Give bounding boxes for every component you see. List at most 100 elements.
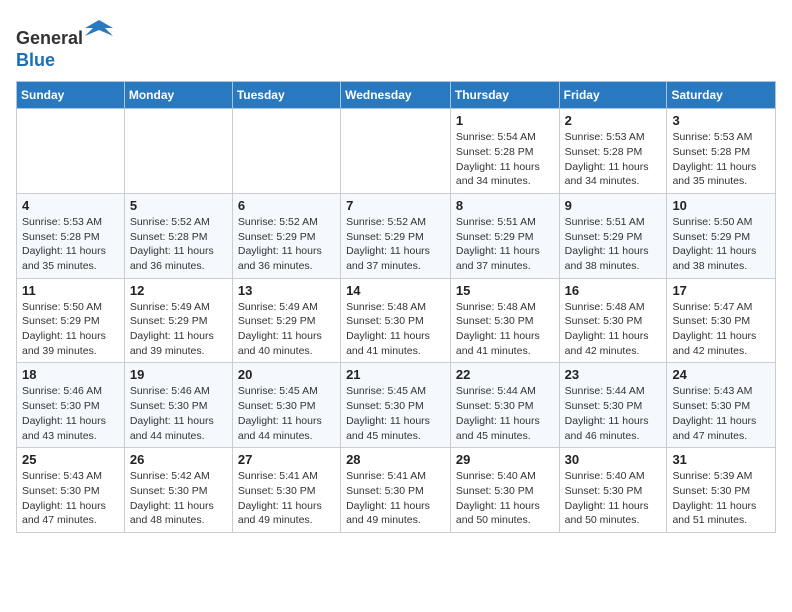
day-number: 26 [130, 452, 227, 467]
day-cell: 19Sunrise: 5:46 AM Sunset: 5:30 PM Dayli… [124, 363, 232, 448]
day-info: Sunrise: 5:41 AM Sunset: 5:30 PM Dayligh… [346, 469, 445, 528]
logo-bird-icon [85, 16, 113, 44]
weekday-header-tuesday: Tuesday [232, 82, 340, 109]
day-cell: 23 Sunrise: 5:44 AM Sunset: 5:30 PM Dayli… [559, 363, 667, 448]
week-row-5: 25 Sunrise: 5:43 AM Sunset: 5:30 PM Dayli… [17, 448, 776, 533]
day-info: Sunrise: 5:45 AM Sunset: 5:30 PM Dayligh… [346, 384, 445, 443]
day-number: 28 [346, 452, 445, 467]
day-cell: 10 Sunrise: 5:50 AM Sunset: 5:29 PM Dayli… [667, 193, 776, 278]
day-number: 14 [346, 283, 445, 298]
day-cell: 17 Sunrise: 5:47 AM Sunset: 5:30 PM Dayli… [667, 278, 776, 363]
day-cell: 29Sunrise: 5:40 AM Sunset: 5:30 PM Dayli… [450, 448, 559, 533]
logo: General Blue [16, 16, 113, 71]
day-cell: 9Sunrise: 5:51 AM Sunset: 5:29 PM Daylig… [559, 193, 667, 278]
day-cell: 27 Sunrise: 5:41 AM Sunset: 5:30 PM Dayli… [232, 448, 340, 533]
day-number: 19 [130, 367, 227, 382]
day-info: Sunrise: 5:43 AM Sunset: 5:30 PM Dayligh… [22, 469, 119, 528]
day-number: 9 [565, 198, 662, 213]
day-info: Sunrise: 5:48 AM Sunset: 5:30 PM Dayligh… [565, 300, 662, 359]
day-cell: 26 Sunrise: 5:42 AM Sunset: 5:30 PM Dayli… [124, 448, 232, 533]
day-number: 2 [565, 113, 662, 128]
day-cell [341, 109, 451, 194]
day-info: Sunrise: 5:53 AM Sunset: 5:28 PM Dayligh… [672, 130, 770, 189]
weekday-header-wednesday: Wednesday [341, 82, 451, 109]
day-info: Sunrise: 5:43 AM Sunset: 5:30 PM Dayligh… [672, 384, 770, 443]
day-info: Sunrise: 5:54 AM Sunset: 5:28 PM Dayligh… [456, 130, 554, 189]
day-cell: 1 Sunrise: 5:54 AM Sunset: 5:28 PM Daylig… [450, 109, 559, 194]
day-info: Sunrise: 5:52 AM Sunset: 5:28 PM Dayligh… [130, 215, 227, 274]
day-info: Sunrise: 5:49 AM Sunset: 5:29 PM Dayligh… [238, 300, 335, 359]
weekday-header-thursday: Thursday [450, 82, 559, 109]
day-info: Sunrise: 5:48 AM Sunset: 5:30 PM Dayligh… [456, 300, 554, 359]
day-cell: 6 Sunrise: 5:52 AM Sunset: 5:29 PM Daylig… [232, 193, 340, 278]
day-info: Sunrise: 5:46 AM Sunset: 5:30 PM Dayligh… [22, 384, 119, 443]
week-row-3: 11 Sunrise: 5:50 AM Sunset: 5:29 PM Dayli… [17, 278, 776, 363]
day-cell: 11 Sunrise: 5:50 AM Sunset: 5:29 PM Dayli… [17, 278, 125, 363]
day-number: 25 [22, 452, 119, 467]
day-cell: 22 Sunrise: 5:44 AM Sunset: 5:30 PM Dayli… [450, 363, 559, 448]
day-number: 20 [238, 367, 335, 382]
day-cell: 21Sunrise: 5:45 AM Sunset: 5:30 PM Dayli… [341, 363, 451, 448]
day-info: Sunrise: 5:49 AM Sunset: 5:29 PM Dayligh… [130, 300, 227, 359]
day-number: 17 [672, 283, 770, 298]
day-number: 18 [22, 367, 119, 382]
day-number: 27 [238, 452, 335, 467]
day-cell: 13 Sunrise: 5:49 AM Sunset: 5:29 PM Dayli… [232, 278, 340, 363]
day-number: 16 [565, 283, 662, 298]
day-cell: 25 Sunrise: 5:43 AM Sunset: 5:30 PM Dayli… [17, 448, 125, 533]
day-number: 3 [672, 113, 770, 128]
day-info: Sunrise: 5:45 AM Sunset: 5:30 PM Dayligh… [238, 384, 335, 443]
day-info: Sunrise: 5:39 AM Sunset: 5:30 PM Dayligh… [672, 469, 770, 528]
day-cell: 15Sunrise: 5:48 AM Sunset: 5:30 PM Dayli… [450, 278, 559, 363]
day-info: Sunrise: 5:47 AM Sunset: 5:30 PM Dayligh… [672, 300, 770, 359]
week-row-1: 1 Sunrise: 5:54 AM Sunset: 5:28 PM Daylig… [17, 109, 776, 194]
day-number: 1 [456, 113, 554, 128]
day-cell: 18 Sunrise: 5:46 AM Sunset: 5:30 PM Dayli… [17, 363, 125, 448]
day-info: Sunrise: 5:41 AM Sunset: 5:30 PM Dayligh… [238, 469, 335, 528]
weekday-header-monday: Monday [124, 82, 232, 109]
day-cell: 24Sunrise: 5:43 AM Sunset: 5:30 PM Dayli… [667, 363, 776, 448]
day-cell: 5 Sunrise: 5:52 AM Sunset: 5:28 PM Daylig… [124, 193, 232, 278]
day-info: Sunrise: 5:50 AM Sunset: 5:29 PM Dayligh… [672, 215, 770, 274]
day-cell: 20 Sunrise: 5:45 AM Sunset: 5:30 PM Dayli… [232, 363, 340, 448]
day-number: 22 [456, 367, 554, 382]
day-info: Sunrise: 5:40 AM Sunset: 5:30 PM Dayligh… [565, 469, 662, 528]
weekday-header-saturday: Saturday [667, 82, 776, 109]
weekday-header-friday: Friday [559, 82, 667, 109]
week-row-2: 4 Sunrise: 5:53 AM Sunset: 5:28 PM Daylig… [17, 193, 776, 278]
day-cell: 12 Sunrise: 5:49 AM Sunset: 5:29 PM Dayli… [124, 278, 232, 363]
logo-general: General [16, 28, 83, 48]
day-cell [124, 109, 232, 194]
page-header: General Blue [16, 16, 776, 71]
week-row-4: 18 Sunrise: 5:46 AM Sunset: 5:30 PM Dayli… [17, 363, 776, 448]
day-info: Sunrise: 5:44 AM Sunset: 5:30 PM Dayligh… [565, 384, 662, 443]
day-cell: 28 Sunrise: 5:41 AM Sunset: 5:30 PM Dayli… [341, 448, 451, 533]
day-info: Sunrise: 5:42 AM Sunset: 5:30 PM Dayligh… [130, 469, 227, 528]
day-number: 5 [130, 198, 227, 213]
day-number: 11 [22, 283, 119, 298]
day-cell [232, 109, 340, 194]
calendar-table: SundayMondayTuesdayWednesdayThursdayFrid… [16, 81, 776, 533]
day-info: Sunrise: 5:52 AM Sunset: 5:29 PM Dayligh… [238, 215, 335, 274]
weekday-header-row: SundayMondayTuesdayWednesdayThursdayFrid… [17, 82, 776, 109]
day-info: Sunrise: 5:50 AM Sunset: 5:29 PM Dayligh… [22, 300, 119, 359]
day-number: 31 [672, 452, 770, 467]
day-info: Sunrise: 5:53 AM Sunset: 5:28 PM Dayligh… [22, 215, 119, 274]
day-info: Sunrise: 5:48 AM Sunset: 5:30 PM Dayligh… [346, 300, 445, 359]
day-info: Sunrise: 5:53 AM Sunset: 5:28 PM Dayligh… [565, 130, 662, 189]
day-cell: 4 Sunrise: 5:53 AM Sunset: 5:28 PM Daylig… [17, 193, 125, 278]
day-cell: 16 Sunrise: 5:48 AM Sunset: 5:30 PM Dayli… [559, 278, 667, 363]
day-info: Sunrise: 5:51 AM Sunset: 5:29 PM Dayligh… [456, 215, 554, 274]
day-number: 10 [672, 198, 770, 213]
day-cell: 3 Sunrise: 5:53 AM Sunset: 5:28 PM Daylig… [667, 109, 776, 194]
day-cell: 30Sunrise: 5:40 AM Sunset: 5:30 PM Dayli… [559, 448, 667, 533]
day-number: 12 [130, 283, 227, 298]
day-cell: 7Sunrise: 5:52 AM Sunset: 5:29 PM Daylig… [341, 193, 451, 278]
day-number: 13 [238, 283, 335, 298]
day-info: Sunrise: 5:44 AM Sunset: 5:30 PM Dayligh… [456, 384, 554, 443]
day-number: 23 [565, 367, 662, 382]
day-number: 7 [346, 198, 445, 213]
day-number: 4 [22, 198, 119, 213]
logo-blue: Blue [16, 50, 55, 70]
day-number: 6 [238, 198, 335, 213]
